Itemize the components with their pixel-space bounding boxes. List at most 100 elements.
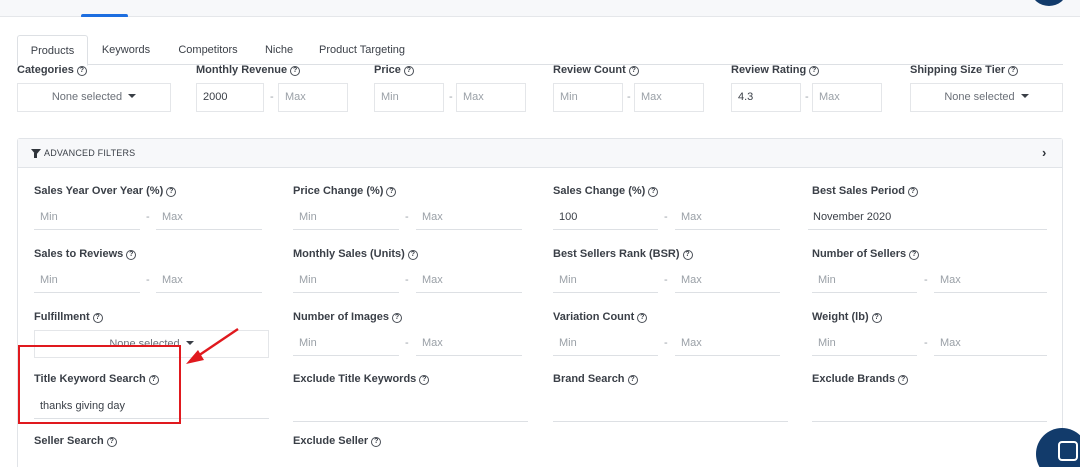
categories-label: Categories? (17, 64, 87, 76)
sales-change-max-input[interactable]: Max (675, 208, 780, 230)
filter-funnel-icon-stem (34, 153, 37, 158)
help-icon[interactable]: ? (648, 187, 659, 197)
sales-change-label: Sales Change (%)? (553, 185, 659, 197)
help-icon[interactable]: ? (290, 66, 301, 76)
help-icon[interactable]: ? (682, 250, 693, 260)
caret-down-icon (128, 94, 137, 98)
help-icon[interactable]: ? (403, 66, 414, 76)
variation-count-min-input[interactable]: Min (553, 334, 658, 356)
range-dash: - (405, 274, 409, 286)
brand-search-label: Brand Search? (553, 373, 638, 385)
sales-to-reviews-max-input[interactable]: Max (156, 271, 262, 293)
range-dash: - (270, 91, 274, 103)
shipping-size-tier-label: Shipping Size Tier? (910, 64, 1019, 76)
help-icon[interactable]: ? (419, 375, 430, 385)
help-icon[interactable]: ? (76, 66, 87, 76)
help-icon[interactable]: ? (386, 187, 397, 197)
sales-yoy-label: Sales Year Over Year (%)? (34, 185, 177, 197)
price-change-max-input[interactable]: Max (416, 208, 522, 230)
exclude-brands-input[interactable] (812, 400, 1047, 422)
review-rating-min-input[interactable]: 4.3 (731, 83, 801, 112)
bsr-max-input[interactable]: Max (675, 271, 780, 293)
sales-to-reviews-min-input[interactable]: Min (34, 271, 140, 293)
help-icon[interactable]: ? (1008, 66, 1019, 76)
help-icon[interactable]: ? (407, 250, 418, 260)
help-icon[interactable]: ? (371, 437, 382, 447)
range-dash: - (924, 274, 928, 286)
help-icon[interactable]: ? (628, 66, 639, 76)
help-icon[interactable]: ? (809, 66, 820, 76)
price-max-input[interactable]: Max (456, 83, 526, 112)
tab-niche[interactable]: Niche (255, 35, 303, 66)
tab-products[interactable]: Products (17, 35, 88, 66)
range-dash: - (664, 274, 668, 286)
range-dash: - (405, 211, 409, 223)
help-icon[interactable]: ? (92, 313, 103, 323)
tab-keywords[interactable]: Keywords (91, 35, 161, 66)
sales-yoy-max-input[interactable]: Max (156, 208, 262, 230)
monthly-sales-max-input[interactable]: Max (416, 271, 522, 293)
monthly-revenue-min-input[interactable]: 2000 (196, 83, 264, 112)
range-dash: - (405, 337, 409, 349)
number-of-images-min-input[interactable]: Min (293, 334, 399, 356)
review-count-min-input[interactable]: Min (553, 83, 623, 112)
best-sales-period-label: Best Sales Period? (812, 185, 918, 197)
help-icon[interactable]: ? (898, 375, 909, 385)
help-icon[interactable]: ? (106, 437, 117, 447)
range-dash: - (805, 91, 809, 103)
review-rating-label: Review Rating? (731, 64, 820, 76)
sales-to-reviews-label: Sales to Reviews? (34, 248, 137, 260)
top-bar (0, 0, 1080, 18)
help-icon[interactable]: ? (871, 313, 882, 323)
monthly-revenue-max-input[interactable]: Max (278, 83, 348, 112)
number-of-sellers-max-input[interactable]: Max (934, 271, 1047, 293)
advanced-filters-header[interactable]: ADVANCED FILTERS › (18, 139, 1062, 168)
review-count-max-input[interactable]: Max (634, 83, 704, 112)
help-icon[interactable]: ? (907, 187, 918, 197)
variation-count-label: Variation Count? (553, 311, 648, 323)
help-icon[interactable]: ? (637, 313, 648, 323)
help-icon[interactable]: ? (909, 250, 920, 260)
annotation-arrow-icon (186, 328, 239, 364)
price-min-input[interactable]: Min (374, 83, 444, 112)
highlight-box (18, 345, 181, 424)
exclude-brands-label: Exclude Brands? (812, 373, 909, 385)
shipping-size-tier-select[interactable]: None selected (910, 83, 1063, 112)
review-rating-max-input[interactable]: Max (812, 83, 882, 112)
brand-search-input[interactable] (553, 400, 788, 422)
number-of-images-max-input[interactable]: Max (416, 334, 522, 356)
help-icon[interactable]: ? (126, 250, 137, 260)
sales-change-min-input[interactable]: 100 (553, 208, 658, 230)
tab-product-targeting[interactable]: Product Targeting (311, 35, 413, 66)
monthly-sales-min-input[interactable]: Min (293, 271, 399, 293)
number-of-images-label: Number of Images? (293, 311, 402, 323)
exclude-seller-label: Exclude Seller? (293, 435, 382, 447)
range-dash: - (664, 211, 668, 223)
help-icon[interactable]: ? (166, 187, 177, 197)
fulfillment-label: Fulfillment? (34, 311, 103, 323)
exclude-title-keywords-input[interactable] (293, 400, 528, 422)
chevron-right-icon[interactable]: › (1042, 145, 1046, 160)
best-sales-period-input[interactable]: November 2020 (808, 208, 1047, 230)
number-of-sellers-min-input[interactable]: Min (812, 271, 917, 293)
chat-icon (1058, 441, 1078, 461)
variation-count-max-input[interactable]: Max (675, 334, 780, 356)
weight-min-input[interactable]: Min (812, 334, 917, 356)
range-dash: - (146, 211, 150, 223)
review-count-label: Review Count? (553, 64, 639, 76)
exclude-title-keywords-label: Exclude Title Keywords? (293, 373, 430, 385)
categories-select[interactable]: None selected (17, 83, 171, 112)
help-icon[interactable]: ? (391, 313, 402, 323)
help-icon[interactable]: ? (627, 375, 638, 385)
bsr-min-input[interactable]: Min (553, 271, 658, 293)
range-dash: - (146, 274, 150, 286)
weight-max-input[interactable]: Max (934, 334, 1047, 356)
range-dash: - (627, 91, 631, 103)
sales-yoy-min-input[interactable]: Min (34, 208, 140, 230)
range-dash: - (664, 337, 668, 349)
number-of-sellers-label: Number of Sellers? (812, 248, 920, 260)
price-change-min-input[interactable]: Min (293, 208, 399, 230)
tab-competitors[interactable]: Competitors (167, 35, 249, 66)
bsr-label: Best Sellers Rank (BSR)? (553, 248, 693, 260)
tab-bar: Products Keywords Competitors Niche Prod… (17, 35, 1063, 66)
